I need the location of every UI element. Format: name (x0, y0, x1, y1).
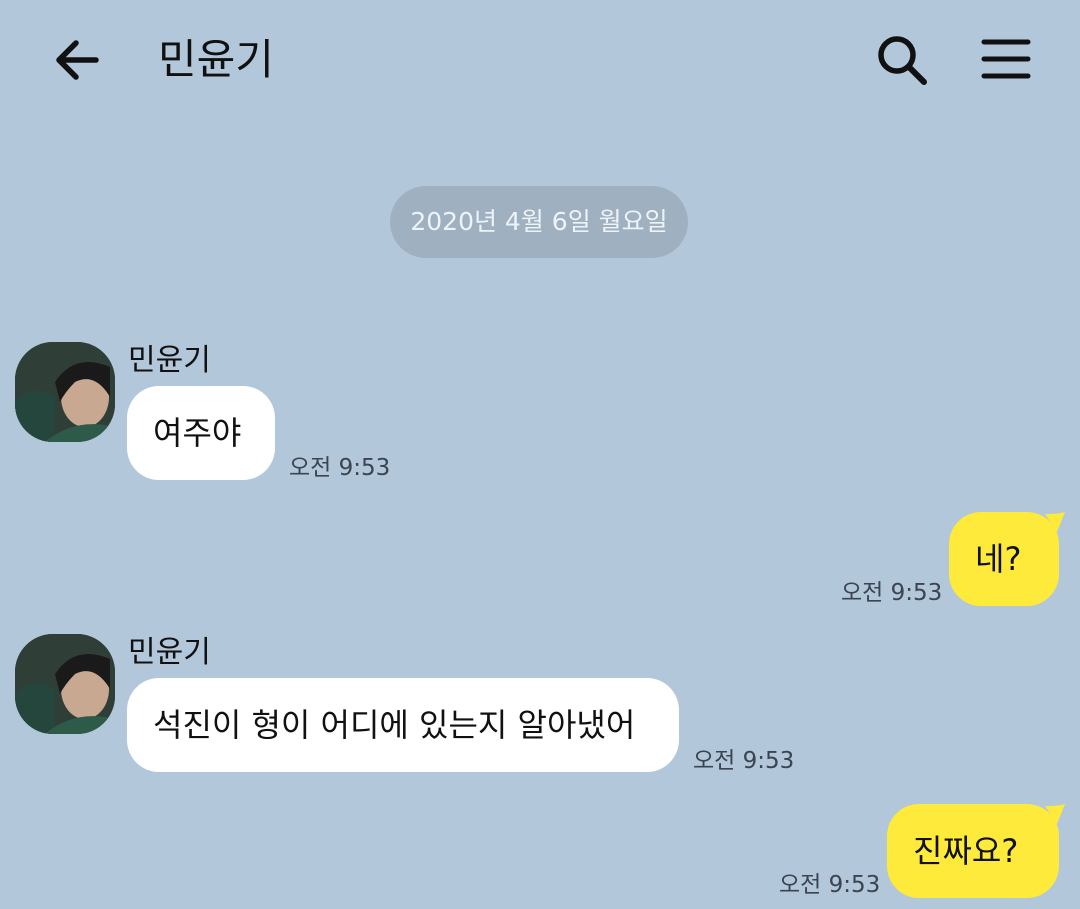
message-time: 오전 9:53 (289, 455, 391, 481)
arrow-left-icon (56, 40, 99, 80)
sender-name: 민윤기 (128, 343, 211, 378)
menu-button[interactable] (976, 30, 1036, 90)
chat-title: 민윤기 (158, 35, 274, 84)
message-bubble-incoming[interactable]: 여주야 (127, 386, 275, 480)
message-time: 오전 9:53 (841, 580, 943, 606)
message-text: 네? (975, 540, 1022, 578)
back-button[interactable] (48, 30, 108, 90)
message-text: 석진이 형이 어디에 있는지 알아냈어 (153, 706, 636, 744)
sender-name: 민윤기 (128, 635, 211, 670)
search-button[interactable] (870, 28, 934, 92)
message-bubble-outgoing[interactable]: 진짜요? (887, 804, 1059, 898)
chat-header: 민윤기 (0, 0, 1080, 120)
message-text: 진짜요? (913, 832, 1019, 870)
message-time: 오전 9:53 (693, 748, 795, 774)
profile-photo (15, 342, 115, 442)
message-bubble-outgoing[interactable]: 네? (949, 512, 1059, 606)
hamburger-menu-icon (981, 39, 1031, 79)
bubble-tail (1045, 512, 1065, 532)
date-divider: 2020년 4월 6일 월요일 (390, 186, 688, 258)
avatar[interactable] (15, 634, 115, 734)
message-time: 오전 9:53 (779, 872, 881, 898)
profile-photo (15, 634, 115, 734)
bubble-tail (1045, 804, 1065, 824)
search-icon (878, 36, 927, 85)
message-text: 여주야 (153, 414, 242, 452)
avatar[interactable] (15, 342, 115, 442)
message-bubble-incoming[interactable]: 석진이 형이 어디에 있는지 알아냈어 (127, 678, 679, 772)
